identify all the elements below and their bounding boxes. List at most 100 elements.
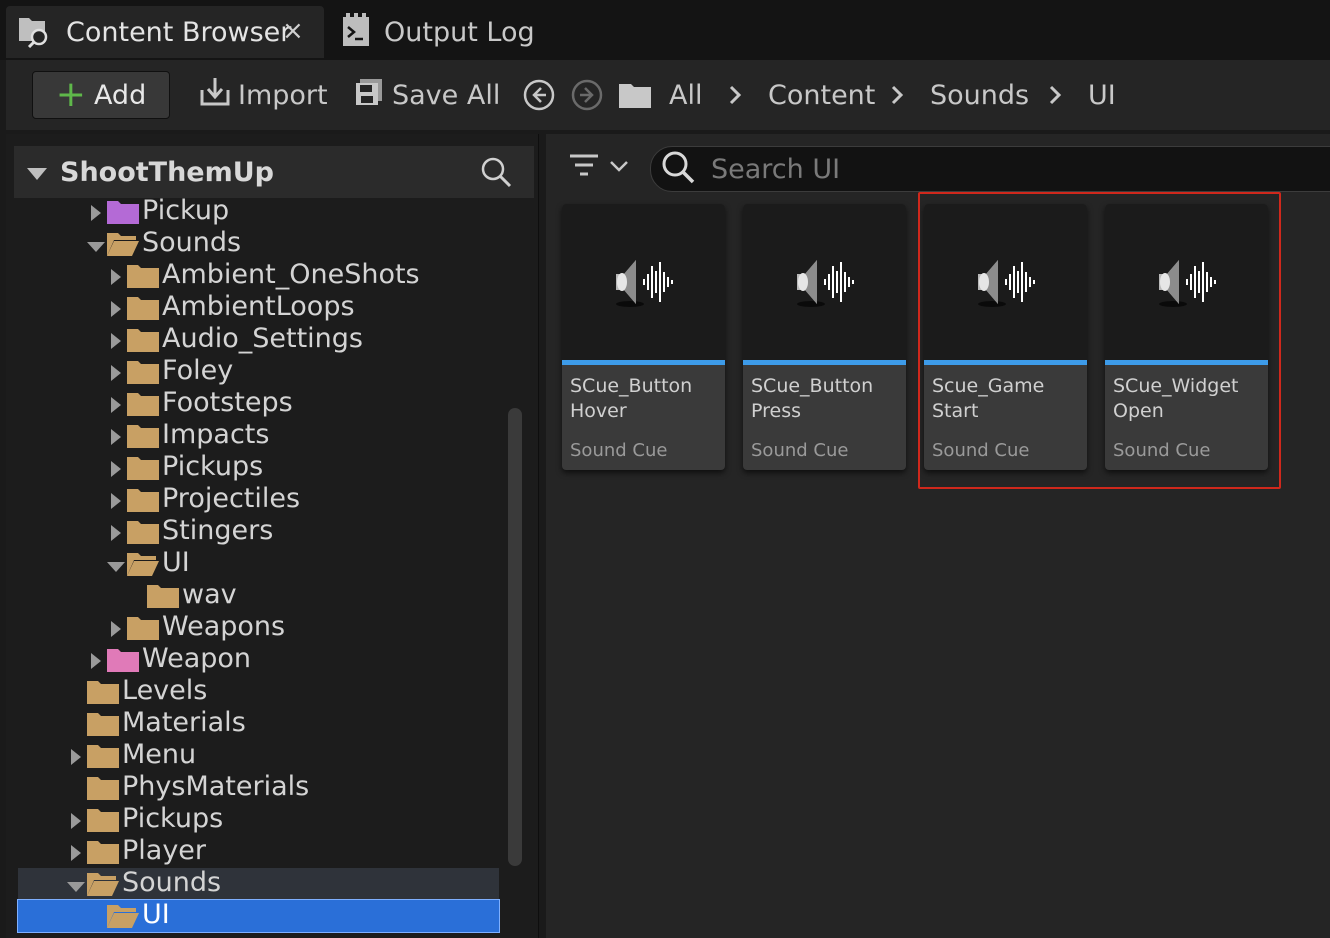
tree-item[interactable]: UI bbox=[17, 899, 500, 933]
chevron-right-icon[interactable] bbox=[110, 300, 122, 322]
tab-output-log[interactable]: Output Log bbox=[332, 6, 562, 58]
tree-item[interactable]: Projectiles bbox=[18, 483, 499, 516]
chevron-right-icon[interactable] bbox=[90, 652, 102, 674]
filter-button[interactable] bbox=[568, 152, 630, 180]
breadcrumb-all[interactable]: All bbox=[669, 70, 702, 120]
chevron-right-icon[interactable] bbox=[110, 396, 122, 418]
save-all-button[interactable]: Save All bbox=[354, 70, 500, 120]
tree-item-label: Impacts bbox=[162, 419, 270, 450]
chevron-right-icon[interactable] bbox=[70, 844, 82, 866]
tree-item[interactable]: Levels bbox=[18, 675, 499, 708]
chevron-right-icon[interactable] bbox=[70, 748, 82, 770]
annotation-highlight-box bbox=[918, 192, 1281, 489]
tree-item[interactable]: Stingers bbox=[18, 515, 499, 548]
asset-name: SCue_Button Press bbox=[751, 375, 874, 422]
chevron-right-icon[interactable] bbox=[110, 524, 122, 546]
folder-open-icon bbox=[106, 231, 140, 261]
chevron-right-icon[interactable] bbox=[110, 268, 122, 290]
tab-content-browser[interactable]: Content Browser × bbox=[6, 6, 324, 58]
save-icon bbox=[354, 77, 384, 114]
asset-name: SCue_Button Hover bbox=[570, 375, 693, 422]
tab-content-browser-label: Content Browser bbox=[66, 16, 292, 48]
search-input[interactable] bbox=[709, 152, 1313, 186]
chevron-right-icon[interactable] bbox=[728, 70, 742, 120]
chevron-right-icon[interactable] bbox=[110, 332, 122, 354]
tree-item-label: Pickups bbox=[162, 451, 264, 482]
chevron-right-icon[interactable] bbox=[110, 460, 122, 482]
chevron-right-icon[interactable] bbox=[110, 620, 122, 642]
tree-item[interactable]: UI bbox=[18, 547, 499, 580]
sound-cue-icon bbox=[612, 252, 676, 316]
breadcrumb-content[interactable]: Content bbox=[768, 70, 875, 120]
chevron-right-icon[interactable] bbox=[110, 492, 122, 514]
chevron-right-icon[interactable] bbox=[110, 428, 122, 450]
folder-icon bbox=[126, 359, 160, 389]
folder-icon bbox=[126, 327, 160, 357]
tree-item[interactable]: Ambient_OneShots bbox=[18, 259, 499, 292]
chevron-down-icon[interactable] bbox=[66, 878, 86, 897]
search-icon bbox=[661, 150, 695, 188]
folder-icon bbox=[86, 839, 120, 869]
asset-thumbnail bbox=[743, 204, 906, 360]
tree-item[interactable]: Player bbox=[18, 835, 499, 869]
close-icon[interactable]: × bbox=[282, 16, 304, 46]
folder-tree: Pickup Sounds Ambient_OneShots AmbientLoops… bbox=[6, 196, 538, 938]
tree-item[interactable]: Pickup bbox=[18, 196, 499, 228]
tree-item[interactable]: Audio_Settings bbox=[18, 323, 499, 357]
asset-view: SCue_Button HoverSound CueSCue_Button Pr… bbox=[546, 134, 1330, 938]
nav-forward-button[interactable] bbox=[570, 70, 604, 120]
folder-icon bbox=[86, 711, 120, 741]
asset-thumbnail bbox=[562, 204, 725, 360]
chevron-down-icon[interactable] bbox=[86, 238, 106, 257]
asset-tile[interactable]: SCue_Button Press Sound Cue bbox=[743, 204, 906, 470]
tree-item[interactable]: Foley bbox=[18, 355, 499, 389]
folder-icon bbox=[146, 583, 180, 613]
folder-icon bbox=[86, 743, 120, 773]
tree-item[interactable]: Materials bbox=[18, 707, 499, 741]
chevron-right-icon[interactable] bbox=[110, 364, 122, 386]
chevron-right-icon[interactable] bbox=[1048, 70, 1062, 120]
breadcrumb-sounds[interactable]: Sounds bbox=[930, 70, 1029, 120]
output-log-icon bbox=[342, 13, 370, 51]
chevron-down-icon[interactable] bbox=[26, 166, 48, 185]
add-button[interactable]: + Add bbox=[32, 71, 170, 119]
tab-output-log-label: Output Log bbox=[384, 16, 535, 48]
tree-item[interactable]: Sounds bbox=[18, 867, 499, 900]
tree-item[interactable]: Sounds bbox=[18, 227, 499, 261]
search-icon[interactable] bbox=[480, 156, 512, 192]
chevron-right-icon[interactable] bbox=[890, 70, 904, 120]
tree-item-label: Stingers bbox=[162, 515, 274, 546]
folder-icon bbox=[126, 295, 160, 325]
tree-scrollbar[interactable] bbox=[508, 408, 522, 866]
tree-item[interactable]: wav bbox=[18, 579, 499, 613]
search-field[interactable] bbox=[650, 146, 1330, 192]
toolbar: + Add Import Save All All Content Sounds… bbox=[6, 60, 1330, 130]
chevron-right-icon[interactable] bbox=[70, 812, 82, 834]
folder-icon bbox=[86, 775, 120, 805]
folder-icon bbox=[126, 391, 160, 421]
tree-item[interactable]: AmbientLoops bbox=[18, 291, 499, 325]
tree-item[interactable]: Weapon bbox=[18, 643, 499, 676]
nav-back-button[interactable] bbox=[522, 70, 556, 120]
chevron-right-icon[interactable] bbox=[90, 204, 102, 226]
tree-root-header[interactable]: ShootThemUp bbox=[14, 146, 534, 198]
tree-item[interactable]: Menu bbox=[18, 739, 499, 773]
asset-tile[interactable]: SCue_Button Hover Sound Cue bbox=[562, 204, 725, 470]
folder-icon bbox=[86, 807, 120, 837]
breadcrumb-ui[interactable]: UI bbox=[1088, 70, 1116, 120]
import-button[interactable]: Import bbox=[198, 70, 328, 120]
chevron-down-icon[interactable] bbox=[106, 558, 126, 577]
tree-item[interactable]: PhysMaterials bbox=[18, 771, 499, 805]
tree-item[interactable]: Footsteps bbox=[18, 387, 499, 421]
tree-item-label: Weapon bbox=[142, 643, 252, 674]
asset-type-color-bar bbox=[562, 360, 725, 365]
tree-item-label: UI bbox=[162, 547, 190, 578]
tree-item-label: Pickup bbox=[142, 196, 230, 226]
tree-item[interactable]: Weapons bbox=[18, 611, 499, 644]
folder-open-icon bbox=[106, 903, 140, 933]
tree-item[interactable]: Pickups bbox=[18, 451, 499, 484]
arrow-right-circle-icon bbox=[571, 79, 603, 111]
tree-item[interactable]: Pickups bbox=[18, 803, 499, 837]
tree-item-label: Footsteps bbox=[162, 387, 293, 418]
tree-item[interactable]: Impacts bbox=[18, 419, 499, 452]
